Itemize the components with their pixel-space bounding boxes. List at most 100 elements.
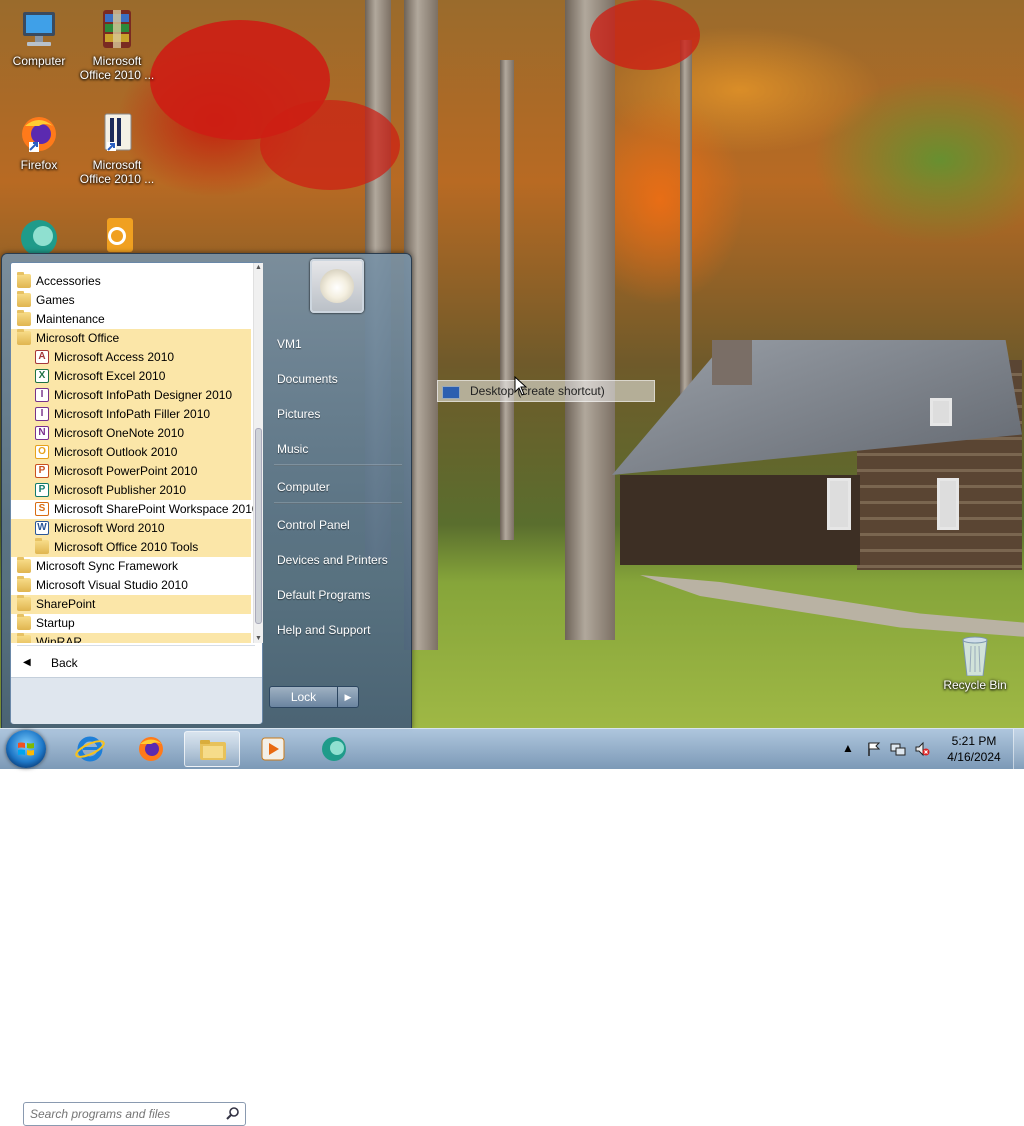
- drag-tooltip-text: Desktop (create shortcut): [470, 384, 605, 398]
- program-item[interactable]: X Microsoft Excel 2010: [11, 367, 251, 386]
- folder-icon: [17, 614, 31, 630]
- scroll-down-arrow-icon[interactable]: ▼: [254, 634, 263, 643]
- volume-muted-icon[interactable]: [914, 741, 930, 757]
- program-list-scrollbar[interactable]: ▲ ▼: [253, 263, 263, 643]
- shutdown-options-arrow-icon[interactable]: ▶: [337, 686, 359, 708]
- start-item-control-panel[interactable]: Control Panel: [277, 515, 350, 535]
- desktop-icon-office-2010[interactable]: Microsoft Office 2010 ...: [79, 8, 155, 82]
- program-label: Microsoft Excel 2010: [54, 369, 166, 383]
- lock-button[interactable]: Lock: [269, 686, 338, 708]
- office-app-icon: P: [35, 464, 49, 478]
- start-menu: Accessories Games Maintenance Microsoft Off…: [1, 253, 412, 1126]
- program-item[interactable]: I Microsoft InfoPath Filler 2010: [11, 405, 251, 424]
- media-player-icon: [261, 737, 285, 761]
- search-box[interactable]: [23, 1102, 246, 1126]
- desktop-icon-label: Recycle Bin: [943, 678, 1007, 692]
- folder-icon: [17, 595, 31, 611]
- program-label: Microsoft PowerPoint 2010: [54, 464, 198, 478]
- taskbar-internet-explorer[interactable]: [62, 731, 118, 767]
- desktop-icon-office-2010-b[interactable]: Microsoft Office 2010 ...: [79, 112, 155, 186]
- start-item-music[interactable]: Music: [277, 439, 308, 459]
- network-icon[interactable]: [890, 741, 906, 757]
- start-item-documents[interactable]: Documents: [277, 369, 338, 389]
- search-input[interactable]: [28, 1105, 222, 1123]
- program-label: Microsoft Office 2010 Tools: [54, 540, 199, 554]
- desktop-icon-firefox[interactable]: Firefox: [1, 112, 77, 172]
- desktop-icon-label: Microsoft Office 2010 ...: [79, 158, 155, 186]
- program-item[interactable]: P Microsoft PowerPoint 2010: [11, 462, 251, 481]
- program-folder[interactable]: Microsoft Sync Framework: [11, 557, 251, 576]
- divider: [274, 464, 402, 466]
- program-item[interactable]: O Microsoft Outlook 2010: [11, 443, 251, 462]
- start-item-vm1[interactable]: VM1: [277, 334, 302, 354]
- desktop-thumbnail-icon: [442, 386, 460, 399]
- program-label: Games: [36, 293, 75, 307]
- start-button[interactable]: [6, 730, 46, 768]
- search-icon[interactable]: [225, 1106, 241, 1122]
- folder-icon: [17, 291, 31, 307]
- show-hidden-icons-arrow-icon[interactable]: ▲: [842, 741, 854, 755]
- program-folder[interactable]: Startup: [11, 614, 251, 633]
- show-desktop-button[interactable]: [1013, 729, 1024, 769]
- start-item-help-support[interactable]: Help and Support: [277, 620, 370, 640]
- program-folder[interactable]: Games: [11, 291, 251, 310]
- scrollbar-thumb[interactable]: [255, 428, 262, 624]
- program-label: Microsoft SharePoint Workspace 2010: [54, 502, 253, 516]
- start-item-computer[interactable]: Computer: [277, 477, 330, 497]
- program-label: SharePoint: [36, 597, 96, 611]
- program-folder[interactable]: Accessories: [11, 272, 251, 291]
- clock-date: 4/16/2024: [947, 750, 1001, 764]
- program-item[interactable]: P Microsoft Publisher 2010: [11, 481, 251, 500]
- office-app-icon: I: [35, 407, 49, 421]
- start-menu-programs-pane: Accessories Games Maintenance Microsoft Off…: [10, 262, 263, 1126]
- program-label: Microsoft InfoPath Designer 2010: [54, 388, 233, 402]
- folder-icon: [17, 329, 31, 345]
- taskbar-firefox[interactable]: [123, 731, 179, 767]
- office-app-icon: X: [35, 369, 49, 383]
- taskbar-app[interactable]: [306, 731, 362, 767]
- action-center-flag-icon[interactable]: [866, 741, 882, 757]
- program-folder[interactable]: SharePoint: [11, 595, 251, 614]
- desktop-icon-label: Microsoft Office 2010 ...: [79, 54, 155, 82]
- program-folder[interactable]: Microsoft Visual Studio 2010: [11, 576, 251, 595]
- all-programs-list: Accessories Games Maintenance Microsoft Off…: [11, 263, 253, 643]
- desktop-icon-computer[interactable]: Computer: [1, 8, 77, 68]
- program-folder[interactable]: Maintenance: [11, 310, 251, 329]
- program-item[interactable]: S Microsoft SharePoint Workspace 2010: [11, 500, 253, 519]
- program-item[interactable]: N Microsoft OneNote 2010: [11, 424, 251, 443]
- internet-explorer-icon: [75, 736, 105, 762]
- firefox-icon: [15, 112, 63, 156]
- office-2010-icon: [93, 112, 141, 156]
- taskbar-media-player[interactable]: [245, 731, 301, 767]
- program-label: WinRAR: [36, 635, 83, 643]
- program-item[interactable]: I Microsoft InfoPath Designer 2010: [11, 386, 251, 405]
- start-item-default-programs[interactable]: Default Programs: [277, 585, 370, 605]
- back-arrow-icon: ◀: [23, 657, 31, 668]
- program-item[interactable]: W Microsoft Word 2010: [11, 519, 251, 538]
- office-app-icon: I: [35, 388, 49, 402]
- program-label: Microsoft OneNote 2010: [54, 426, 185, 440]
- wallpaper-leaves: [260, 100, 400, 190]
- start-item-pictures[interactable]: Pictures: [277, 404, 320, 424]
- office-app-icon: N: [35, 426, 49, 440]
- office-app-icon: O: [35, 445, 49, 459]
- program-folder[interactable]: Microsoft Office 2010 Tools: [11, 538, 251, 557]
- taskbar-file-explorer[interactable]: [184, 731, 240, 767]
- desktop-icon-label: Computer: [12, 54, 66, 68]
- program-label: Microsoft Sync Framework: [36, 559, 179, 573]
- folder-icon: [17, 576, 31, 592]
- back-button[interactable]: ◀ Back: [11, 651, 262, 675]
- user-avatar[interactable]: [310, 259, 364, 313]
- desktop-icon-recycle-bin[interactable]: Recycle Bin: [937, 632, 1013, 692]
- program-label: Microsoft Publisher 2010: [54, 483, 187, 497]
- program-folder[interactable]: Microsoft Office: [11, 329, 251, 348]
- divider: [274, 502, 402, 504]
- start-item-devices-printers[interactable]: Devices and Printers: [277, 550, 388, 570]
- firefox-icon: [139, 737, 163, 761]
- taskbar-clock[interactable]: 5:21 PM 4/16/2024: [933, 733, 1015, 765]
- program-folder[interactable]: WinRAR: [11, 633, 251, 643]
- program-label: Microsoft Outlook 2010: [54, 445, 178, 459]
- program-item[interactable]: A Microsoft Access 2010: [11, 348, 251, 367]
- wallpaper-tree-trunk: [565, 0, 615, 640]
- scroll-up-arrow-icon[interactable]: ▲: [254, 263, 263, 272]
